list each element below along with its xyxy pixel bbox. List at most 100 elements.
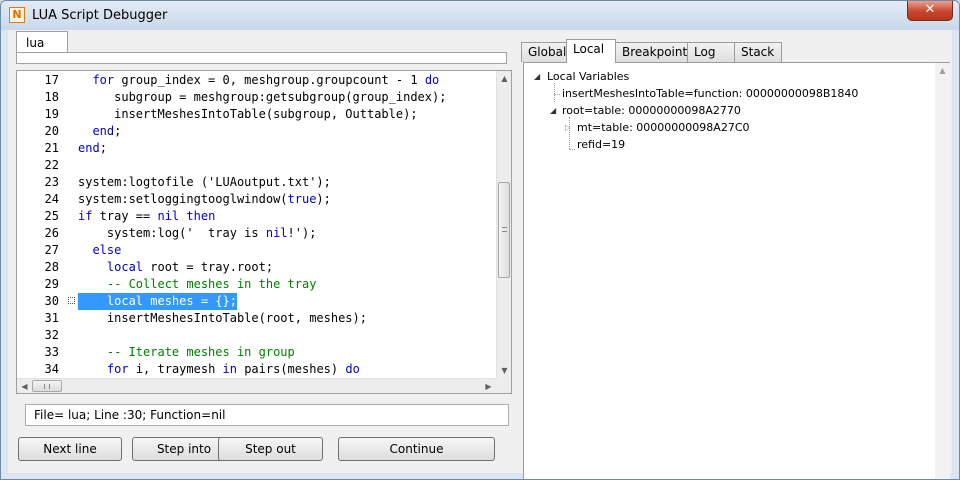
editor-horizontal-scrollbar[interactable]: ◀ ▶: [17, 378, 496, 393]
code-text: ;: [114, 124, 122, 138]
code-line[interactable]: local root = tray.root;: [78, 259, 273, 276]
tree-guide: [569, 149, 575, 150]
code-text: system:logtofile ('LUAoutput.txt');: [78, 175, 331, 189]
code-line[interactable]: subgroup = meshgroup:getsubgroup(group_i…: [78, 89, 446, 106]
code-text: pairs(meshes): [236, 362, 346, 376]
tab-log[interactable]: Log: [687, 42, 735, 62]
grip-icon: [502, 227, 507, 232]
line-number: 34: [44, 362, 59, 376]
code-keyword: end: [92, 124, 115, 138]
code-line[interactable]: insertMeshesIntoTable(root, meshes);: [78, 310, 367, 327]
scroll-up-arrow-icon[interactable]: ▲: [935, 63, 950, 78]
code-text: system:setloggingtooglwindow(: [78, 192, 288, 206]
code-line[interactable]: system:setloggingtooglwindow(true);: [78, 191, 331, 208]
expanded-arrow-icon[interactable]: ◢: [550, 102, 556, 119]
tree-item[interactable]: insertMeshesIntoTable=function: 00000000…: [562, 85, 858, 102]
code-text: insertMeshesIntoTable(subgroup, Outtable…: [78, 107, 418, 121]
code-keyword: for: [92, 73, 115, 87]
code-text: i, traymesh: [128, 362, 223, 376]
code-keyword: then: [186, 209, 216, 223]
code-text: local meshes = {};: [78, 294, 237, 308]
line-number: 25: [44, 209, 59, 223]
step-out-button[interactable]: Step out: [218, 437, 323, 461]
code-keyword: local: [106, 260, 144, 274]
tab-global[interactable]: Global: [521, 42, 567, 62]
line-number: 22: [44, 158, 59, 172]
code-text: tray ==: [92, 209, 158, 223]
debugger-window: N LUA Script Debugger ✕ lua 17 18 19 20 21 22…: [0, 0, 960, 480]
horizontal-scroll-thumb[interactable]: [32, 380, 62, 392]
status-field[interactable]: File= lua; Line :30; Function=nil: [25, 404, 509, 426]
code-line[interactable]: for group_index = 0, meshgroup.groupcoun…: [78, 72, 439, 89]
line-number: 29: [44, 277, 59, 291]
window-title: LUA Script Debugger: [32, 8, 168, 23]
editor-vertical-scrollbar[interactable]: ▲ ▼: [496, 71, 511, 378]
line-number: 23: [44, 175, 59, 189]
code-line[interactable]: end;: [78, 123, 121, 140]
code-keyword: nil: [265, 226, 288, 240]
scroll-down-arrow-icon[interactable]: ▼: [497, 363, 511, 378]
code-keyword: do: [345, 362, 360, 376]
scroll-left-arrow-icon[interactable]: ◀: [17, 379, 32, 393]
line-number: 26: [44, 226, 59, 240]
code-line[interactable]: insertMeshesIntoTable(subgroup, Outtable…: [78, 106, 418, 123]
continue-button[interactable]: Continue: [338, 437, 495, 461]
code-keyword: do: [424, 73, 440, 87]
next-line-button[interactable]: Next line: [18, 437, 122, 461]
code-line[interactable]: system:log(' tray is nil!');: [78, 225, 317, 242]
file-tab[interactable]: lua: [16, 31, 68, 53]
expanded-arrow-icon[interactable]: ◢: [534, 68, 540, 85]
client-area: lua 17 18 19 20 21 22 23 24 25 26 27 28 29 30 31 32 33 34…: [8, 30, 952, 479]
code-text: ;: [99, 141, 107, 155]
line-number: 28: [44, 260, 59, 274]
vertical-scroll-thumb[interactable]: [498, 182, 510, 278]
code-keyword: true: [287, 192, 317, 206]
local-variables-panel: ◢ Local Variables insertMeshesIntoTable=…: [523, 62, 950, 479]
code-line[interactable]: system:logtofile ('LUAoutput.txt');: [78, 174, 331, 191]
code-text: subgroup = meshgroup:getsubgroup(group_i…: [78, 90, 447, 104]
highlighted-code-line[interactable]: local meshes = {};: [78, 293, 237, 310]
tree-item[interactable]: mt=table: 00000000098A27C0: [577, 119, 750, 136]
line-number-gutter: 17 18 19 20 21 22 23 24 25 26 27 28 29 30 31 32 33 34: [17, 71, 63, 378]
scrollbar-corner: [496, 378, 511, 393]
code-text: root = tray.root;: [143, 260, 274, 274]
line-number: 18: [44, 90, 59, 104]
code-line[interactable]: for i, traymesh in pairs(meshes) do: [78, 361, 360, 378]
tab-local[interactable]: Local: [566, 39, 616, 63]
tree-item[interactable]: refid=19: [577, 136, 625, 153]
line-number: 30: [44, 294, 59, 308]
code-line[interactable]: end;: [78, 140, 107, 157]
line-number: 21: [44, 141, 59, 155]
code-line[interactable]: -- Iterate meshes in group: [78, 344, 295, 361]
scroll-right-arrow-icon[interactable]: ▶: [481, 379, 496, 393]
code-line[interactable]: if tray == nil then: [78, 208, 215, 225]
code-text: insertMeshesIntoTable(root, meshes);: [78, 311, 367, 325]
code-line[interactable]: -- Collect meshes in the tray: [78, 276, 317, 293]
line-number: 27: [44, 243, 59, 257]
current-line-marker-icon: [68, 297, 75, 304]
code-text: !');: [287, 226, 317, 240]
scroll-up-arrow-icon[interactable]: ▲: [497, 71, 511, 86]
panel-vertical-scrollbar[interactable]: ▲ ▼: [935, 63, 950, 479]
line-number: 19: [44, 107, 59, 121]
code-area[interactable]: for group_index = 0, meshgroup.groupcoun…: [78, 71, 496, 378]
code-text: group_index = 0, meshgroup.groupcount - …: [114, 73, 425, 87]
line-number: 33: [44, 345, 59, 359]
tab-stack[interactable]: Stack: [734, 42, 782, 62]
code-line[interactable]: else: [78, 242, 121, 259]
title-bar[interactable]: N LUA Script Debugger ✕: [1, 1, 959, 30]
tree-root-label[interactable]: Local Variables: [547, 68, 629, 85]
collapsed-arrow-icon[interactable]: ▷: [565, 119, 571, 136]
close-button[interactable]: ✕: [907, 1, 953, 21]
line-number: 17: [44, 73, 59, 87]
marker-column[interactable]: [64, 71, 78, 378]
tab-breakpoints[interactable]: Breakpoints: [615, 42, 693, 62]
tree-item[interactable]: root=table: 00000000098A2770: [562, 102, 741, 119]
code-editor[interactable]: 17 18 19 20 21 22 23 24 25 26 27 28 29 30 31 32 33 34 for…: [16, 70, 512, 394]
line-number: 32: [44, 328, 59, 342]
line-number: 20: [44, 124, 59, 138]
